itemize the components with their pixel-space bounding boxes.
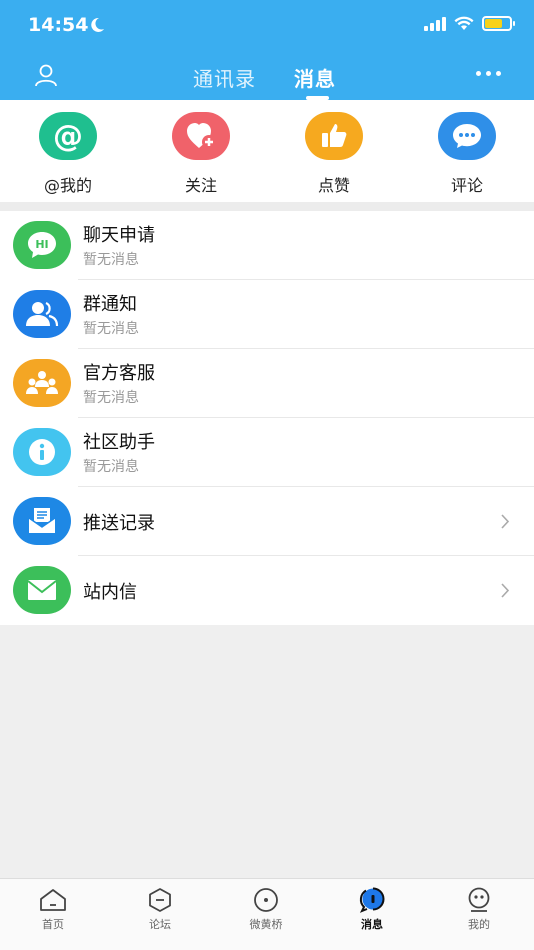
- chevron-right-icon: [501, 514, 510, 529]
- message-icon: [359, 887, 385, 913]
- bottom-nav: 首页 论坛 微黄桥 消息 我的: [0, 878, 534, 950]
- message-title: 聊天申请: [83, 225, 155, 246]
- list-item-site-mail[interactable]: 站内信: [0, 556, 534, 625]
- battery-icon: [482, 16, 515, 31]
- tab-contacts[interactable]: 通讯录: [193, 63, 256, 92]
- nav-weihuangqiao[interactable]: 微黄桥: [231, 887, 301, 932]
- circle-dot-icon: [254, 888, 278, 912]
- nav-home[interactable]: 首页: [18, 887, 88, 932]
- quick-action-comment[interactable]: 评论: [417, 112, 517, 196]
- nav-profile[interactable]: 我的: [444, 887, 514, 932]
- message-title: 群通知: [83, 294, 137, 315]
- nav-messages[interactable]: 消息: [337, 887, 407, 932]
- comment-icon: [438, 112, 496, 160]
- tab-messages[interactable]: 消息: [294, 63, 336, 92]
- group-icon: [13, 290, 71, 338]
- info-icon: [13, 428, 71, 476]
- status-indicators: [424, 16, 515, 31]
- section-separator: [0, 202, 534, 211]
- nav-label: 我的: [468, 918, 490, 931]
- message-title: 站内信: [83, 582, 137, 603]
- header: 14:54 通讯录 消息: [0, 0, 534, 100]
- message-subtitle: 暂无消息: [83, 459, 139, 475]
- svg-text:HI: HI: [35, 238, 48, 251]
- message-subtitle: 暂无消息: [83, 321, 139, 337]
- signal-icon: [424, 16, 446, 31]
- thumbs-up-icon: [305, 112, 363, 160]
- quick-action-label: 点赞: [317, 176, 350, 195]
- quick-action-like[interactable]: 点赞: [284, 112, 384, 196]
- list-item-official-service[interactable]: 官方客服 暂无消息: [0, 349, 534, 418]
- svg-text:@: @: [53, 119, 83, 153]
- nav-label: 微黄桥: [249, 918, 283, 931]
- heart-plus-icon: [172, 112, 230, 160]
- more-icon[interactable]: [476, 71, 501, 76]
- mail-icon: [13, 566, 71, 614]
- nav-label: 首页: [42, 918, 64, 931]
- message-title: 推送记录: [83, 513, 155, 534]
- profile-icon: [468, 887, 490, 912]
- hi-chat-icon: HI: [13, 221, 71, 269]
- list-item-chat-request[interactable]: HI 聊天申请 暂无消息: [0, 211, 534, 280]
- quick-action-label: 关注: [184, 176, 217, 195]
- status-time: 14:54: [28, 14, 89, 36]
- home-icon: [40, 889, 66, 911]
- service-icon: [13, 359, 71, 407]
- message-title: 社区助手: [83, 432, 155, 453]
- nav-forum[interactable]: 论坛: [125, 887, 195, 932]
- list-item-community-assistant[interactable]: 社区助手 暂无消息: [0, 418, 534, 487]
- at-icon: @: [39, 112, 97, 160]
- nav-label: 消息: [361, 918, 383, 931]
- chevron-right-icon: [501, 583, 510, 598]
- message-list: HI 聊天申请 暂无消息 群通知 暂无消息 官方客服 暂无消息 社区助手 暂无消…: [0, 211, 534, 625]
- quick-action-at-me[interactable]: @ @我的: [18, 112, 118, 196]
- moon-icon: [91, 17, 104, 32]
- wifi-icon: [454, 16, 474, 30]
- nav-label: 论坛: [149, 918, 171, 931]
- list-item-group-notice[interactable]: 群通知 暂无消息: [0, 280, 534, 349]
- message-subtitle: 暂无消息: [83, 252, 139, 268]
- quick-action-label: @我的: [43, 176, 92, 195]
- quick-action-follow[interactable]: 关注: [151, 112, 251, 196]
- user-icon[interactable]: [34, 63, 58, 87]
- list-item-push-records[interactable]: 推送记录: [0, 487, 534, 556]
- quick-actions: @ @我的 关注 点赞 评论: [0, 100, 534, 202]
- message-subtitle: 暂无消息: [83, 390, 139, 406]
- push-record-icon: [13, 497, 71, 545]
- message-title: 官方客服: [83, 363, 155, 384]
- forum-icon: [149, 888, 171, 912]
- quick-action-label: 评论: [450, 176, 483, 195]
